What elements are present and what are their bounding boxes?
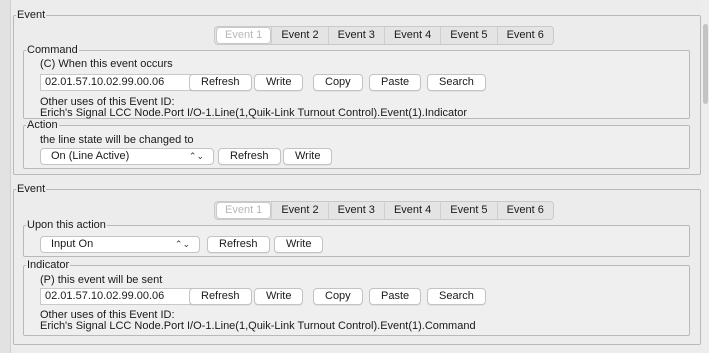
tab-event-5[interactable]: Event 5 xyxy=(440,27,496,44)
command-other-uses-value: Erich's Signal LCC Node.Port I/O-1.Line(… xyxy=(40,107,468,119)
indicator-description: (P) this event will be sent xyxy=(40,274,163,286)
event-group-legend: Event xyxy=(17,183,46,195)
command-write-button[interactable]: Write xyxy=(254,74,304,91)
action-write-button[interactable]: Write xyxy=(283,148,333,165)
command-paste-button[interactable]: Paste xyxy=(369,74,422,91)
upon-action-legend: Upon this action xyxy=(27,219,106,231)
action-state-value: On (Line Active) xyxy=(51,150,130,162)
command-search-button[interactable]: Search xyxy=(427,74,486,91)
indicator-other-uses-value: Erich's Signal LCC Node.Port I/O-1.Line(… xyxy=(40,320,476,332)
tab-event-2[interactable]: Event 2 xyxy=(271,27,327,44)
tab-event-5[interactable]: Event 5 xyxy=(440,202,496,219)
command-legend: Command xyxy=(27,44,78,56)
command-refresh-button[interactable]: Refresh xyxy=(189,74,252,91)
indicator-search-button[interactable]: Search xyxy=(427,288,486,305)
tab-event-6[interactable]: Event 6 xyxy=(496,202,553,219)
action-legend: Action xyxy=(27,119,58,131)
action-refresh-button[interactable]: Refresh xyxy=(218,148,281,165)
action-description: the line state will be changed to xyxy=(40,134,194,146)
upon-action-write-button[interactable]: Write xyxy=(274,236,324,253)
event-tab-bar-2: Event 1 Event 2 Event 3 Event 4 Event 5 … xyxy=(214,201,554,220)
indicator-write-button[interactable]: Write xyxy=(254,288,304,305)
tab-event-4[interactable]: Event 4 xyxy=(383,27,440,44)
tab-event-6[interactable]: Event 6 xyxy=(496,27,553,44)
upon-action-value: Input On xyxy=(51,238,94,250)
event-tab-bar-1: Event 1 Event 2 Event 3 Event 4 Event 5 … xyxy=(214,26,554,45)
event-group-legend: Event xyxy=(17,9,46,21)
command-description: (C) When this event occurs xyxy=(40,58,173,70)
tab-event-1[interactable]: Event 1 xyxy=(216,27,272,44)
tab-event-3[interactable]: Event 3 xyxy=(327,27,384,44)
tab-event-3[interactable]: Event 3 xyxy=(327,202,384,219)
indicator-refresh-button[interactable]: Refresh xyxy=(189,288,252,305)
tab-event-2[interactable]: Event 2 xyxy=(271,202,327,219)
action-state-select[interactable]: On (Line Active) ⌃⌄ xyxy=(40,148,214,165)
chevron-updown-icon: ⌃⌄ xyxy=(174,239,190,249)
scrollbar-thumb[interactable] xyxy=(703,24,708,104)
indicator-paste-button[interactable]: Paste xyxy=(369,288,422,305)
command-event-id-field[interactable]: 02.01.57.10.02.99.00.06 xyxy=(40,74,194,91)
vertical-scrollbar[interactable] xyxy=(701,0,709,353)
indicator-event-id-field[interactable]: 02.01.57.10.02.99.00.06 xyxy=(40,288,194,305)
tab-event-4[interactable]: Event 4 xyxy=(383,202,440,219)
indicator-legend: Indicator xyxy=(27,259,70,271)
chevron-updown-icon: ⌃⌄ xyxy=(188,151,204,161)
upon-action-refresh-button[interactable]: Refresh xyxy=(207,236,270,253)
left-panel-strip xyxy=(0,0,11,353)
indicator-copy-button[interactable]: Copy xyxy=(313,288,363,305)
upon-action-select[interactable]: Input On ⌃⌄ xyxy=(40,236,200,253)
command-copy-button[interactable]: Copy xyxy=(313,74,363,91)
tab-event-1[interactable]: Event 1 xyxy=(216,202,272,219)
